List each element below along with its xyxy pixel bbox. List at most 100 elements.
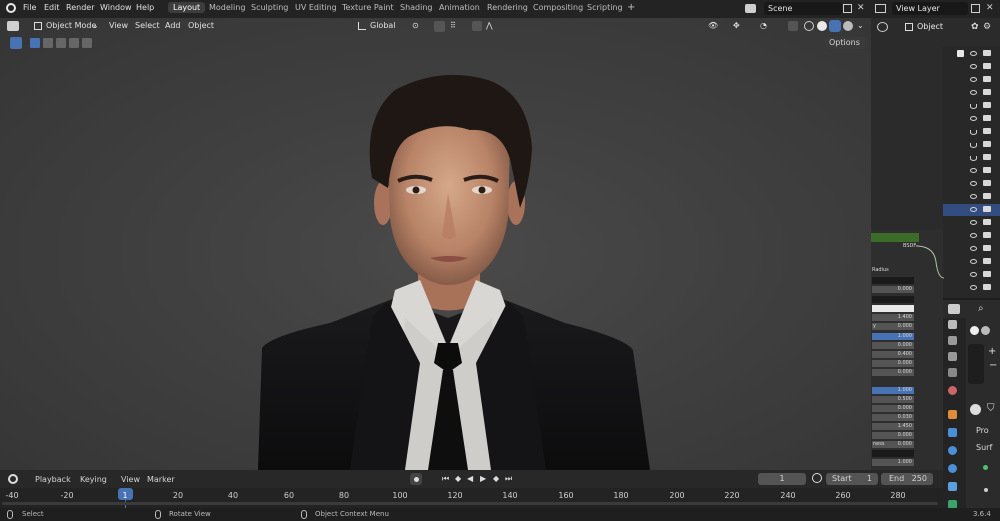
render-camera-icon[interactable] [983, 76, 991, 82]
remove-slot-button[interactable]: − [989, 360, 997, 371]
visibility-eye-icon[interactable] [970, 259, 977, 264]
menu-file[interactable]: File [23, 3, 36, 12]
current-frame-field[interactable]: 1 [758, 473, 806, 485]
menu-edit[interactable]: Edit [44, 3, 60, 12]
render-camera-icon[interactable] [983, 89, 991, 95]
collection-checkbox[interactable] [957, 50, 964, 57]
visibility-eye-icon[interactable] [970, 246, 977, 251]
new-view-layer-icon[interactable] [971, 4, 980, 13]
visibility-eye-icon[interactable] [970, 168, 977, 173]
tab-rendering[interactable]: Rendering [487, 3, 528, 12]
node-value[interactable]: 0.000 [872, 286, 914, 293]
render-camera-icon[interactable] [983, 180, 991, 186]
delete-scene-icon[interactable]: ✕ [857, 3, 865, 13]
node-value[interactable]: 0.000 [872, 369, 914, 376]
tab-modeling[interactable]: Modeling [209, 3, 245, 12]
visibility-eye-icon[interactable] [970, 77, 977, 82]
tab-compositing[interactable]: Compositing [533, 3, 583, 12]
modifier-tab-icon[interactable] [948, 428, 957, 437]
menu-marker[interactable]: Marker [147, 475, 175, 484]
render-camera-icon[interactable] [983, 206, 991, 212]
xray-icon[interactable] [788, 21, 798, 31]
timeline-scrollbar[interactable] [2, 502, 938, 505]
sync-icon[interactable]: ⚙ [983, 22, 991, 32]
snap-target-icon[interactable]: ⠿ [450, 21, 456, 30]
particles-tab-icon[interactable] [948, 446, 957, 455]
overlays-icon[interactable]: ◔ [760, 21, 767, 30]
shading-wireframe-icon[interactable] [804, 21, 814, 31]
shading-options-icon[interactable]: ⌄ [857, 21, 864, 30]
gizmo-icon[interactable]: ✥ [733, 21, 740, 30]
stopwatch-icon[interactable] [812, 473, 822, 483]
filter-icon[interactable]: ✿ [971, 22, 979, 32]
node-value[interactable]: 1.000 [872, 333, 914, 340]
visibility-eye-icon[interactable] [970, 220, 977, 225]
falloff-icon[interactable]: ⋀ [486, 21, 493, 30]
editor-type-icon[interactable] [7, 21, 19, 31]
node-value[interactable]: 0.000 [872, 360, 914, 367]
scene-tab-icon[interactable] [948, 386, 957, 395]
next-keyframe-icon[interactable]: ◆ [493, 474, 499, 483]
node-value[interactable]: 1.000 [872, 459, 914, 466]
select-mode-extend-icon[interactable] [43, 38, 53, 48]
render-camera-icon[interactable] [983, 63, 991, 69]
proportional-editing-icon[interactable] [472, 21, 482, 31]
render-camera-icon[interactable] [983, 271, 991, 277]
filter-material-icon[interactable]: ⛉ [987, 403, 995, 414]
snap-icon[interactable] [434, 21, 445, 32]
add-workspace-button[interactable]: + [627, 2, 635, 13]
render-camera-icon[interactable] [983, 115, 991, 121]
world-tab-icon[interactable] [948, 410, 957, 419]
node-value[interactable]: 0.000 [872, 432, 914, 439]
shading-rendered-icon[interactable] [843, 21, 853, 31]
render-camera-icon[interactable] [983, 258, 991, 264]
start-frame-field[interactable]: Start 1 [826, 473, 878, 485]
shading-solid-icon[interactable] [817, 21, 827, 31]
end-frame-field[interactable]: End 250 [881, 473, 933, 485]
tab-texture-paint[interactable]: Texture Paint [342, 3, 394, 12]
tab-uv-editing[interactable]: UV Editing [295, 3, 337, 12]
select-mode-new-icon[interactable] [30, 38, 40, 48]
jump-start-icon[interactable]: ⏮ [442, 474, 449, 484]
render-camera-icon[interactable] [983, 193, 991, 199]
select-mode-invert-icon[interactable] [69, 38, 79, 48]
material-slot-list[interactable] [968, 344, 984, 384]
render-camera-icon[interactable] [983, 167, 991, 173]
visibility-eye-icon[interactable] [970, 285, 977, 290]
delete-view-layer-icon[interactable]: ✕ [986, 3, 994, 13]
new-scene-icon[interactable] [843, 4, 852, 13]
constraints-tab-icon[interactable] [948, 482, 957, 491]
visibility-eye-icon[interactable] [970, 233, 977, 238]
view-layer-icon[interactable] [875, 4, 886, 13]
visibility-eye-icon[interactable] [970, 116, 977, 121]
menu-window[interactable]: Window [100, 3, 132, 12]
node-value[interactable]: 1.400 [872, 314, 914, 321]
node-value[interactable]: 0.030 [872, 414, 914, 421]
visibility-eye-icon[interactable] [970, 51, 977, 56]
node-value[interactable]: 0.000 [872, 323, 914, 330]
shading-material-icon[interactable] [829, 20, 841, 32]
render-camera-icon[interactable] [983, 284, 991, 290]
properties-object-label[interactable]: Object [917, 22, 943, 31]
menu-render[interactable]: Render [66, 3, 94, 12]
render-camera-icon[interactable] [983, 245, 991, 251]
visibility-eye-icon[interactable] [970, 207, 977, 212]
material-browse-icon[interactable] [981, 326, 990, 335]
output-tab-icon[interactable] [948, 352, 957, 361]
frame-ruler[interactable] [0, 488, 943, 508]
view-layer-selector[interactable]: View Layer [892, 2, 968, 15]
options-button[interactable]: Options [825, 37, 867, 49]
render-camera-icon[interactable] [983, 141, 991, 147]
scene-selector[interactable]: Scene [764, 2, 842, 15]
search-icon[interactable]: ⌕ [978, 303, 984, 314]
tab-sculpting[interactable]: Sculpting [251, 3, 288, 12]
preview-panel-header[interactable]: Pro [976, 426, 989, 435]
visibility-icon[interactable]: 👁 [708, 21, 718, 30]
render-camera-icon[interactable] [983, 219, 991, 225]
node-field[interactable] [872, 277, 914, 284]
visibility-eye-icon[interactable] [970, 181, 977, 186]
node-value[interactable]: 0.400 [872, 351, 914, 358]
visibility-eye-icon[interactable] [970, 272, 977, 277]
render-camera-icon[interactable] [983, 232, 991, 238]
hidden-eye-icon[interactable] [970, 130, 977, 135]
